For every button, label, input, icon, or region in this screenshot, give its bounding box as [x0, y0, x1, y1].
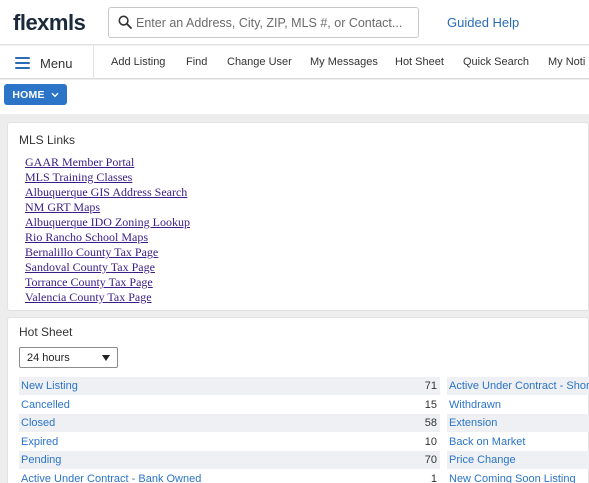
chevron-down-icon [51, 92, 59, 97]
search-box[interactable] [108, 7, 419, 38]
hot-row-active-under-contract-short-sale[interactable]: Active Under Contract - Shor [447, 377, 589, 395]
hot-row-pending[interactable]: Pending 70 [19, 451, 440, 469]
hot-row-closed[interactable]: Closed 58 [19, 414, 440, 432]
hot-row-count: 1 [430, 473, 437, 483]
hot-row-label[interactable]: Withdrawn [449, 399, 501, 411]
hot-row-withdrawn[interactable]: Withdrawn [447, 396, 589, 414]
link-albuquerque-ido-zoning-lookup[interactable]: Albuquerque IDO Zoning Lookup [25, 215, 190, 229]
hot-row-count: 10 [424, 436, 437, 448]
caret-down-icon [102, 355, 110, 361]
hot-row-count: 58 [424, 417, 437, 429]
hot-row-back-on-market[interactable]: Back on Market [447, 433, 589, 451]
menu-button[interactable]: Menu [15, 54, 73, 72]
period-selected-value: 24 hours [27, 352, 70, 364]
guided-help-link[interactable]: Guided Help [447, 15, 519, 30]
link-mls-training-classes[interactable]: MLS Training Classes [25, 170, 132, 184]
nav-add-listing[interactable]: Add Listing [111, 56, 165, 68]
hot-row-cancelled[interactable]: Cancelled 15 [19, 396, 440, 414]
link-sandoval-county-tax-page[interactable]: Sandoval County Tax Page [25, 260, 155, 274]
mls-links-list: GAAR Member Portal MLS Training Classes … [25, 154, 190, 304]
nav-my-notifications[interactable]: My Noti [548, 56, 585, 68]
flexmls-logo[interactable]: flexmls [13, 10, 86, 36]
hot-row-count: 71 [424, 380, 437, 392]
top-header: flexmls Guided Help [0, 0, 589, 45]
hot-row-price-change[interactable]: Price Change [447, 451, 589, 469]
hot-row-new-listing[interactable]: New Listing 71 [19, 377, 440, 395]
hot-row-new-coming-soon-listing[interactable]: New Coming Soon Listing [447, 470, 589, 483]
link-nm-grt-maps[interactable]: NM GRT Maps [25, 200, 100, 214]
hot-row-label[interactable]: Expired [21, 436, 58, 448]
hot-row-label[interactable]: Extension [449, 417, 497, 429]
nav-hot-sheet[interactable]: Hot Sheet [395, 56, 444, 68]
hot-row-label[interactable]: Active Under Contract - Bank Owned [21, 473, 201, 483]
hot-row-count: 15 [424, 399, 437, 411]
hot-row-extension[interactable]: Extension [447, 414, 589, 432]
main-nav: Menu Add Listing Find Change User My Mes… [0, 46, 589, 79]
hot-row-label[interactable]: New Listing [21, 380, 78, 392]
home-bar: HOME [0, 80, 589, 114]
hot-sheet-title: Hot Sheet [19, 325, 73, 339]
mls-links-title: MLS Links [19, 133, 76, 147]
search-icon [118, 15, 132, 29]
hot-sheet-panel: Hot Sheet 24 hours New Listing 71 Cancel… [7, 317, 589, 483]
link-torrance-county-tax-page[interactable]: Torrance County Tax Page [25, 275, 153, 289]
hot-row-expired[interactable]: Expired 10 [19, 433, 440, 451]
hamburger-icon [15, 57, 30, 69]
home-button-label: HOME [12, 88, 45, 101]
nav-quick-search[interactable]: Quick Search [463, 56, 529, 68]
hot-row-label[interactable]: Closed [21, 417, 55, 429]
search-input[interactable] [136, 13, 411, 33]
mls-links-panel: MLS Links GAAR Member Portal MLS Trainin… [7, 122, 589, 311]
link-albuquerque-gis-address-search[interactable]: Albuquerque GIS Address Search [25, 185, 187, 199]
menu-label: Menu [40, 55, 73, 71]
nav-change-user[interactable]: Change User [227, 56, 292, 68]
hot-row-label[interactable]: Price Change [449, 454, 516, 466]
link-bernalillo-county-tax-page[interactable]: Bernalillo County Tax Page [25, 245, 158, 259]
hot-row-label[interactable]: Pending [21, 454, 61, 466]
menu-divider [93, 46, 94, 79]
hot-row-label[interactable]: Back on Market [449, 436, 525, 448]
hot-row-label[interactable]: New Coming Soon Listing [449, 473, 576, 483]
hot-sheet-period-select[interactable]: 24 hours [19, 347, 118, 368]
hot-row-count: 70 [424, 454, 437, 466]
nav-my-messages[interactable]: My Messages [310, 56, 378, 68]
hot-row-active-under-contract-bank-owned[interactable]: Active Under Contract - Bank Owned 1 [19, 470, 440, 483]
hot-row-label[interactable]: Cancelled [21, 399, 70, 411]
nav-find[interactable]: Find [186, 56, 207, 68]
home-button[interactable]: HOME [4, 84, 67, 105]
link-gaar-member-portal[interactable]: GAAR Member Portal [25, 155, 134, 169]
hot-row-label[interactable]: Active Under Contract - Shor [449, 380, 589, 392]
link-rio-rancho-school-maps[interactable]: Rio Rancho School Maps [25, 230, 148, 244]
link-valencia-county-tax-page[interactable]: Valencia County Tax Page [25, 290, 152, 304]
